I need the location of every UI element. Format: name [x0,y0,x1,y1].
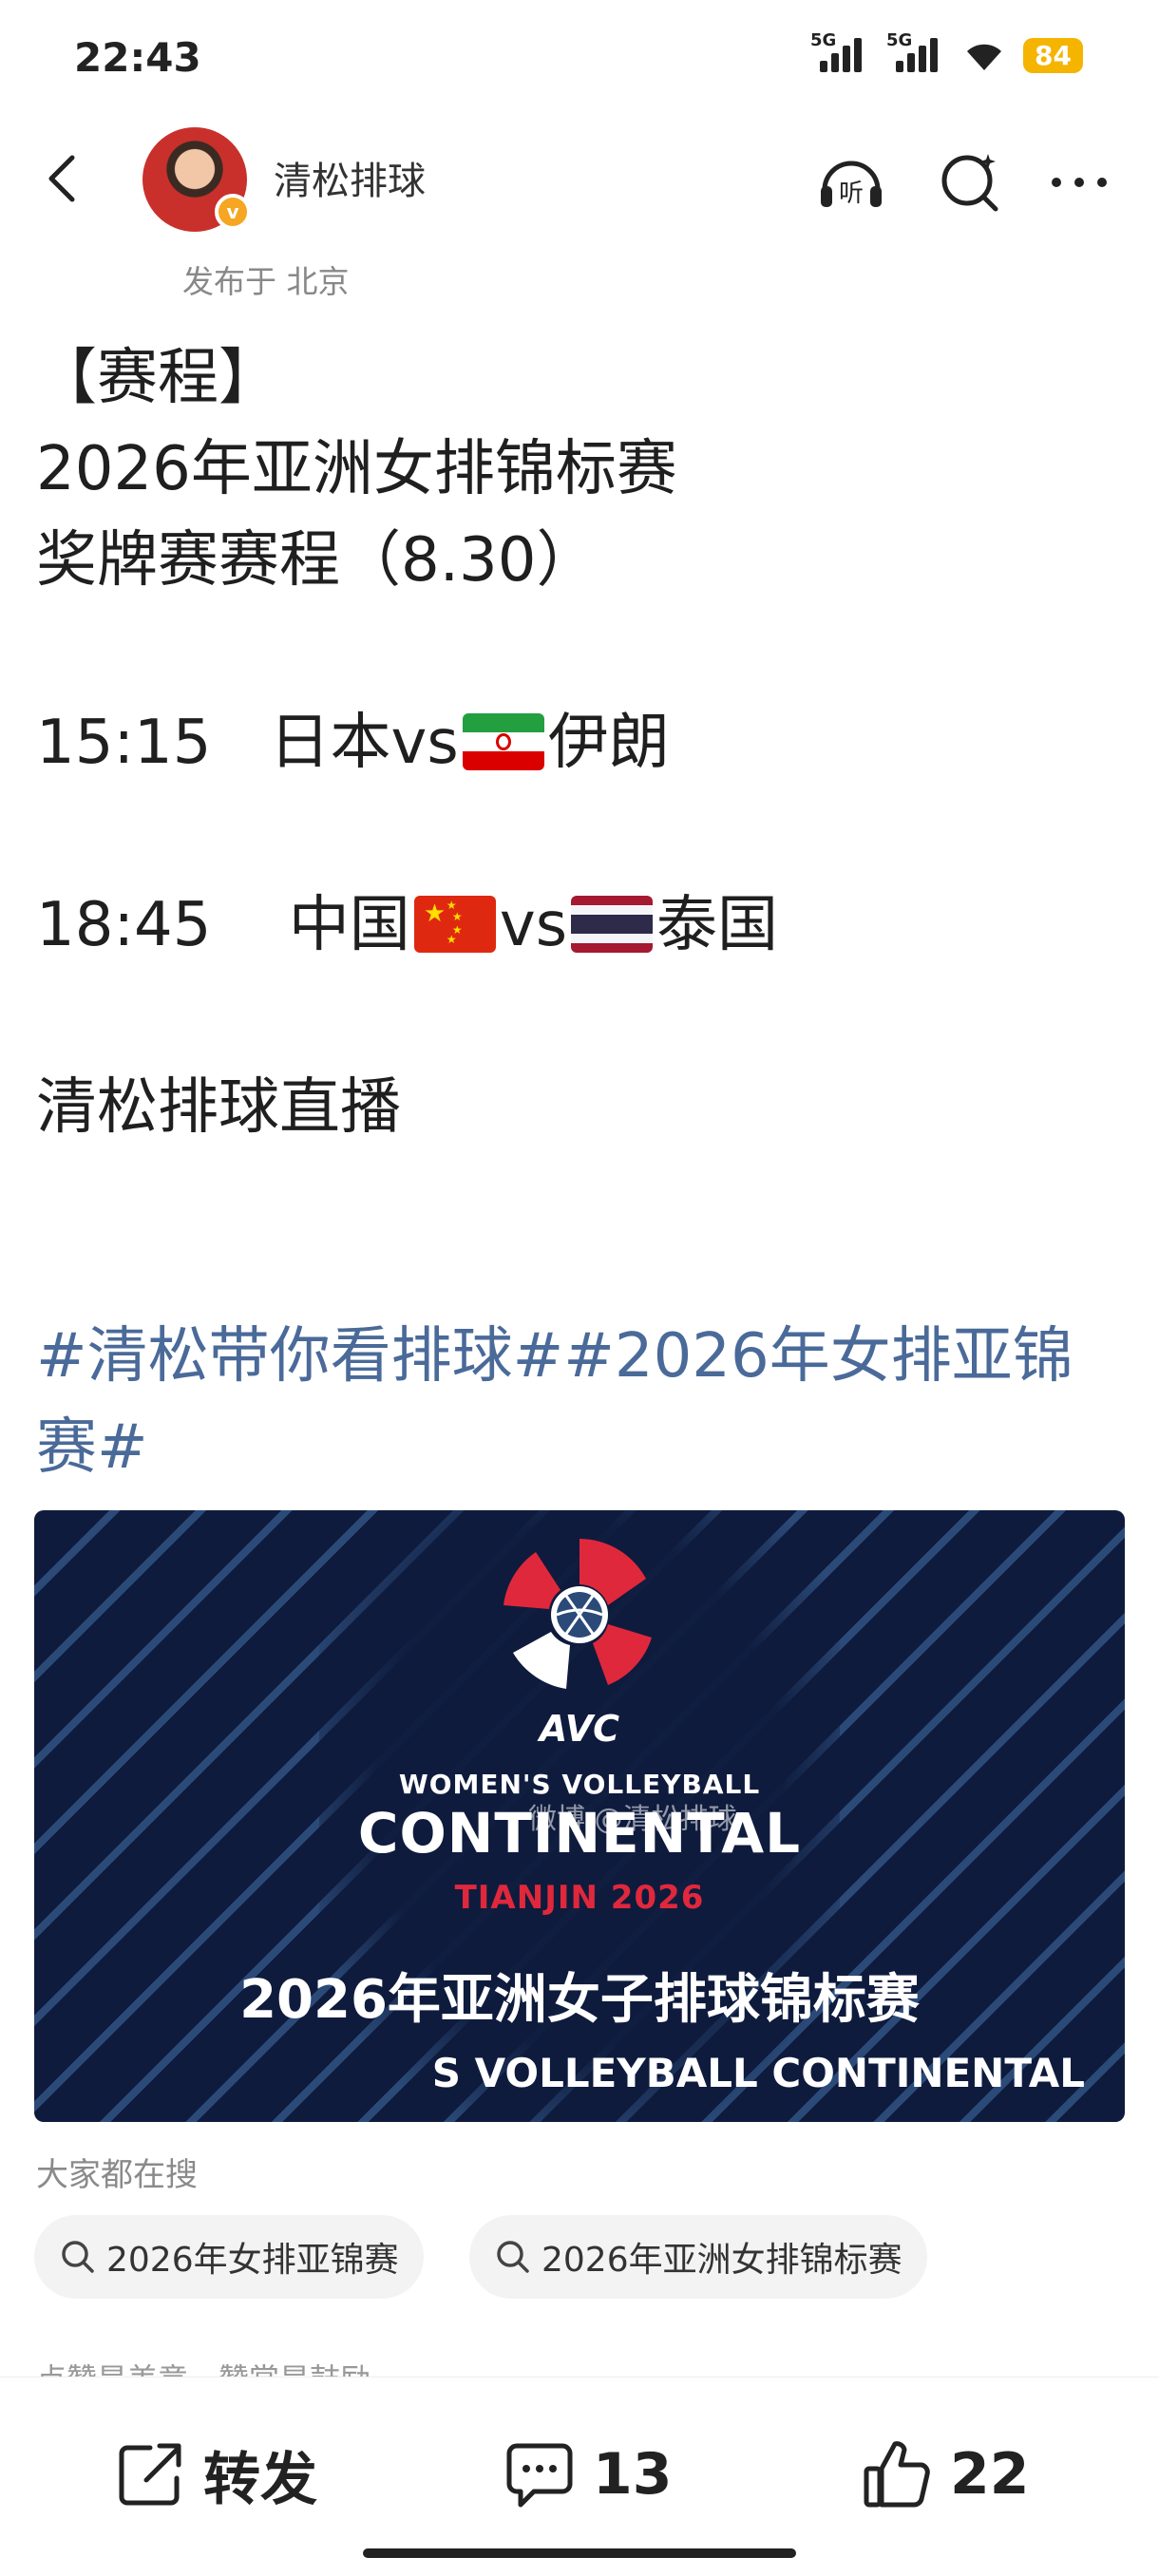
battery-indicator: 84 [1023,37,1083,73]
iran-flag-icon [462,713,544,770]
bottom-action-bar: 转发 13 22 [0,2377,1159,2576]
back-arrow-icon[interactable] [36,150,93,207]
status-icons: 5G 5G 84 [810,30,1083,76]
repost-button[interactable]: 转发 [112,2434,317,2514]
watermark: 微博 @清松排球 [528,1803,737,1836]
match-away-team: 伊朗 [547,708,670,778]
china-flag-icon: ★ ★ ★ ★ ★ [413,896,496,953]
banner-cn-title: 2026年亚洲女子排球锦标赛 [239,1969,920,2031]
comment-icon [506,2443,573,2508]
thailand-flag-icon [571,896,654,953]
search-chip-label: 2026年女排亚锦赛 [106,2241,399,2280]
banner-en-subtitle: S VOLLEYBALL CONTINENTAL [431,2050,1085,2096]
live-line: 清松排球直播 [36,1072,401,1143]
search-chip[interactable]: 2026年女排亚锦赛 [34,2215,424,2299]
post-body: 【赛程】 2026年亚洲女排锦标赛 奖牌赛赛程（8.30） 15:15 日本vs… [36,332,1129,1153]
match-line-2: 18:45 中国 ★ ★ ★ ★ ★ vs 泰国 [36,880,1129,971]
post-location: 发布于 北京 [182,263,350,300]
partial-text: 点赞是美意，赞赏是鼓励 [36,2356,370,2377]
more-icon[interactable] [1043,146,1115,218]
search-icon [497,2241,529,2273]
post-line: 【赛程】 [36,343,279,413]
signal-icon-2: 5G [886,30,945,76]
match-home-team: 中国 [288,890,410,960]
svg-text:听: 听 [839,180,864,208]
like-count: 22 [950,2441,1030,2508]
match-away-team: 泰国 [656,890,779,960]
match-time: 18:45 [36,890,212,960]
repost-label: 转发 [203,2446,317,2513]
post-line: 奖牌赛赛程（8.30） [36,525,598,596]
home-indicator [363,2548,796,2558]
status-time: 22:43 [74,34,201,81]
search-section-title: 大家都在搜 [36,2156,198,2194]
hashtag-links[interactable]: #清松带你看排球##2026年女排亚锦赛# [36,1311,1129,1493]
verified-badge-icon: v [215,194,251,230]
comment-count: 13 [593,2441,673,2508]
share-icon [119,2443,181,2506]
match-vs: vs [390,708,459,778]
match-vs: vs [499,890,568,960]
post-line: 2026年亚洲女排锦标赛 [36,434,677,504]
banner-city: TIANJIN 2026 [454,1879,705,1917]
avc-volleyball-logo-icon [504,1539,652,1689]
author-name[interactable]: 清松排球 [274,150,426,205]
listen-icon[interactable]: 听 [815,146,887,218]
match-line-1: 15:15 日本vs 伊朗 [36,697,1129,788]
comment-button[interactable]: 13 [502,2434,673,2514]
avc-text: AVC [539,1708,620,1750]
match-home-team: 日本 [269,708,391,778]
nav-bar: v 清松排球 听 [0,123,1159,237]
match-time: 15:15 [36,708,212,778]
signal-icon: 5G [810,30,869,76]
post-image[interactable]: AVC WOMEN'S VOLLEYBALL CONTINENTAL 微博 @清… [34,1510,1125,2122]
wifi-icon [967,44,1002,70]
search-icon[interactable] [935,146,1007,218]
status-bar: 22:43 5G 5G 84 [0,0,1159,114]
thumbs-up-icon [864,2441,930,2508]
like-button[interactable]: 22 [859,2434,1030,2514]
search-chip[interactable]: 2026年亚洲女排锦标赛 [469,2215,927,2299]
search-chip-label: 2026年亚洲女排锦标赛 [542,2241,902,2280]
search-icon [62,2241,94,2273]
